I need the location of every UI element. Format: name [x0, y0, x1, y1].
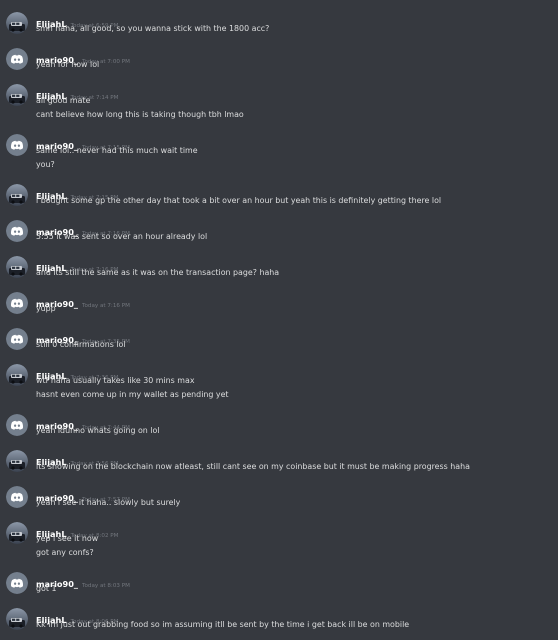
message-text: got any confs?	[36, 548, 94, 557]
message-text: still 0 confirmations lol	[36, 340, 126, 349]
discord-default-avatar-icon[interactable]	[6, 572, 28, 594]
message-header: mario90_ Today at 8:03 PM	[36, 572, 130, 589]
chat-message-list: ElijahL Today at 6:59 PM smh haha, all goo…	[0, 0, 558, 640]
message-group: mario90_ Today at 7:57 PM yeah i see it ha…	[0, 486, 558, 516]
message-text: its showing on the blockchain now atleas…	[36, 462, 470, 471]
message-group: ElijahL Today at 8:06 PM Kk im just out gr…	[0, 608, 558, 638]
user-avatar-icon[interactable]	[6, 522, 28, 544]
discord-default-avatar-icon[interactable]	[6, 48, 28, 70]
message-text: you?	[36, 160, 55, 169]
user-avatar-icon[interactable]	[6, 608, 28, 630]
message-text: yupp	[36, 304, 56, 313]
message-text: 5:55 it was sent so over an hour already…	[36, 232, 208, 241]
message-header: ElijahL Today at 7:16 PM	[36, 256, 119, 273]
user-avatar-icon[interactable]	[6, 364, 28, 386]
discord-default-avatar-icon[interactable]	[6, 328, 28, 350]
message-header: ElijahL Today at 8:06 PM	[36, 608, 119, 625]
message-text: Kk im just out grabbing food so im assum…	[36, 620, 410, 629]
message-header: mario90_ Today at 7:15 PM	[36, 134, 130, 151]
message-header: ElijahL Today at 6:59 PM	[36, 12, 119, 29]
message-group: ElijahL Today at 7:16 PM and its still the…	[0, 256, 558, 286]
message-text: same lol.. never had this much wait time	[36, 146, 198, 155]
message-header: ElijahL Today at 7:36 PM	[36, 364, 119, 381]
discord-default-avatar-icon[interactable]	[6, 220, 28, 242]
message-text: cant believe how long this is taking tho…	[36, 110, 244, 119]
message-text: all good mate	[36, 96, 91, 105]
message-group: ElijahL Today at 7:36 PM wtf haha usually …	[0, 364, 558, 408]
message-text: and its still the same as it was on the …	[36, 268, 280, 277]
discord-default-avatar-icon[interactable]	[6, 486, 28, 508]
message-header: mario90_ Today at 7:16 PM	[36, 220, 130, 237]
message-group: mario90_ Today at 7:16 PM 5:55 it was sent…	[0, 220, 558, 250]
user-avatar-icon[interactable]	[6, 12, 28, 34]
message-text: yeah idunno whats going on lol	[36, 426, 160, 435]
message-header: ElijahL Today at 8:02 PM	[36, 522, 119, 539]
message-group: mario90_ Today at 7:44 PM yeah idunno what…	[0, 414, 558, 444]
discord-default-avatar-icon[interactable]	[6, 414, 28, 436]
message-text: hasnt even come up in my wallet as pendi…	[36, 390, 229, 399]
message-group: mario90_ Today at 7:35 PM still 0 confirma…	[0, 328, 558, 358]
message-group: ElijahL Today at 7:15 PM i bought some gp …	[0, 184, 558, 214]
message-text: got 1	[36, 584, 57, 593]
discord-default-avatar-icon[interactable]	[6, 292, 28, 314]
message-header: mario90_ Today at 7:00 PM	[36, 48, 130, 65]
message-text: i bought some gp the other day that took…	[36, 196, 442, 205]
user-avatar-icon[interactable]	[6, 450, 28, 472]
message-group: ElijahL Today at 6:59 PM smh haha, all goo…	[0, 12, 558, 42]
message-header: ElijahL Today at 7:15 PM	[36, 184, 119, 201]
message-header: mario90_ Today at 7:35 PM	[36, 328, 130, 345]
message-timestamp: Today at 7:16 PM	[82, 303, 130, 309]
message-text: yep i see it now	[36, 534, 99, 543]
message-text: yeah i see it haha.. slowly but surely	[36, 498, 181, 507]
message-group: mario90_ Today at 8:03 PM got 1	[0, 572, 558, 602]
message-group: mario90_ Today at 7:16 PM yupp	[0, 292, 558, 322]
message-text: wtf haha usually takes like 30 mins max	[36, 376, 195, 385]
message-group: mario90_ Today at 7:00 PM yeah for now lol	[0, 48, 558, 78]
message-header: mario90_ Today at 7:16 PM	[36, 292, 130, 309]
message-timestamp: Today at 8:03 PM	[82, 583, 130, 589]
message-group: mario90_ Today at 7:15 PM same lol.. never…	[0, 134, 558, 178]
user-avatar-icon[interactable]	[6, 256, 28, 278]
message-header: ElijahL Today at 7:56 PM	[36, 450, 119, 467]
discord-default-avatar-icon[interactable]	[6, 134, 28, 156]
user-avatar-icon[interactable]	[6, 184, 28, 206]
message-group: ElijahL Today at 8:02 PM yep i see it now g…	[0, 522, 558, 566]
message-header: mario90_ Today at 7:44 PM	[36, 414, 130, 431]
message-text: yeah for now lol	[36, 60, 100, 69]
message-group: ElijahL Today at 7:14 PM all good mate cant…	[0, 84, 558, 128]
message-header: ElijahL Today at 7:14 PM	[36, 84, 119, 101]
user-avatar-icon[interactable]	[6, 84, 28, 106]
message-group: ElijahL Today at 7:56 PM its showing on th…	[0, 450, 558, 480]
message-header: mario90_ Today at 7:57 PM	[36, 486, 130, 503]
message-text: smh haha, all good, so you wanna stick w…	[36, 24, 270, 33]
